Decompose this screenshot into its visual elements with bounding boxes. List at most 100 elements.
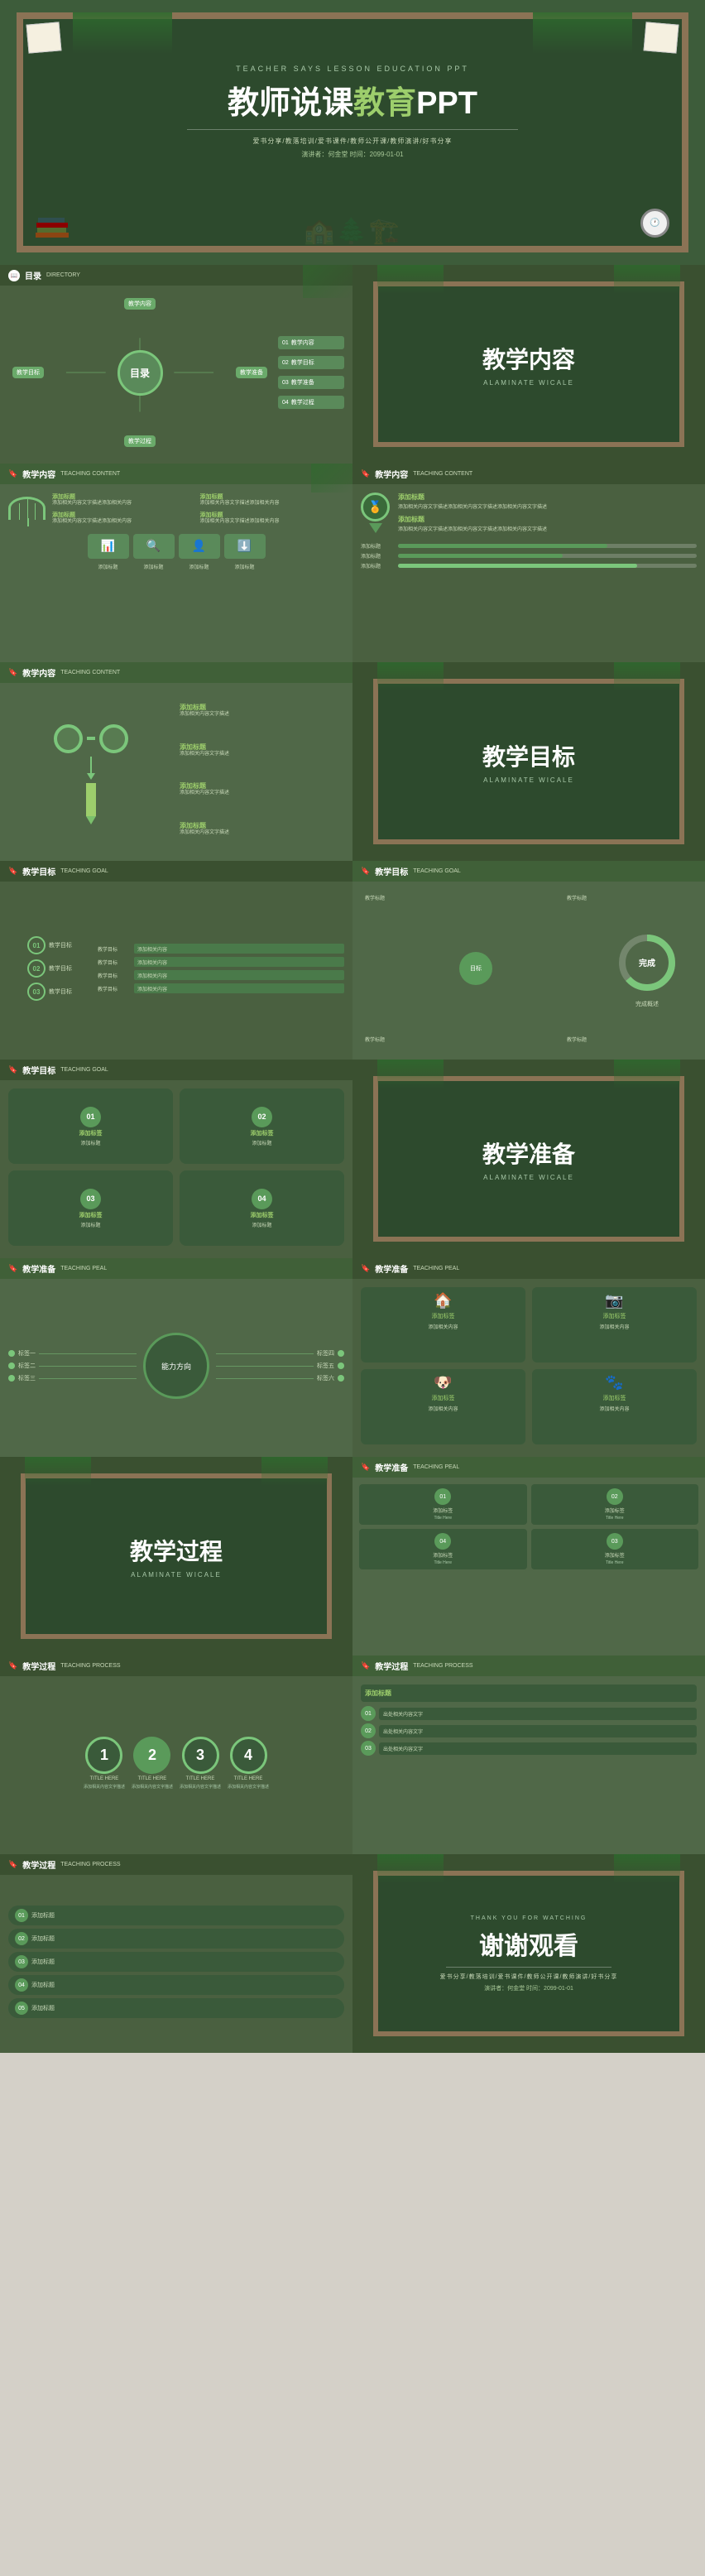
s10-num2: 02 — [252, 1107, 272, 1127]
book1 — [36, 233, 69, 238]
slide18-row5: 05 添加标题 — [8, 1998, 344, 2018]
slide18-header: 🔖 教学过程 TEACHING PROCESS — [0, 1854, 352, 1875]
slide-end: THANK YOU FOR WATCHING 谢谢观看 爱书分享/教落培训/爱书… — [352, 1854, 705, 2053]
s16-num4: 4 — [230, 1737, 267, 1774]
slide6-h-sub: TEACHING CONTENT — [60, 670, 120, 675]
slide11-chalkboard: 教学准备 ALAMINATE WICALE — [373, 1076, 684, 1242]
slide13-h-sub: TEACHING PEAL — [413, 1266, 459, 1271]
slide7-leaves-l — [377, 662, 444, 691]
slide14-chalkboard: 教学过程 ALAMINATE WICALE — [21, 1473, 332, 1639]
slide15-h-sub: TEACHING PEAL — [413, 1464, 459, 1470]
slide-17: 🔖 教学过程 TEACHING PROCESS 添加标题 01 出处相关内容文字 — [352, 1656, 705, 1854]
slide13-item4: 🐾 添加标签 添加相关内容 — [532, 1369, 697, 1444]
slide18-h-title: 教学过程 — [22, 1858, 55, 1871]
book3 — [36, 223, 68, 228]
slide-11: 教学准备 ALAMINATE WICALE — [352, 1060, 705, 1258]
slide15-row2: 04 添加标签 Title Here 03 添加标签 Title Here — [359, 1529, 698, 1569]
s15-item2: 02 添加标签 Title Here — [531, 1484, 699, 1525]
s15-title1: Title Here — [434, 1516, 453, 1521]
s16-desc1: 添加相关内容文字描述 — [84, 1784, 125, 1790]
s16-num1: 1 — [85, 1737, 122, 1774]
s5-bar-track3 — [398, 564, 697, 568]
s8-bl3: 教学目标 — [98, 972, 131, 979]
slide8-bar3: 教学目标 添加相关内容 — [98, 970, 344, 980]
slide-9: 🔖 教学目标 TEACHING GOAL 目标 — [352, 861, 705, 1060]
slide4-header: 🔖 教学内容 TEACHING CONTENT — [0, 464, 352, 484]
slide5-sub: TEACHING CONTENT — [413, 471, 472, 477]
hero-author: 演讲者：何金堂 时间：2099-01-01 — [23, 150, 682, 159]
slide6-icon-area — [8, 691, 173, 848]
glass-right — [99, 724, 128, 753]
umbrella-divider2 — [19, 503, 20, 520]
s18-label1: 添加标题 — [31, 1911, 55, 1920]
slide10-header: 🔖 教学目标 TEACHING GOAL — [0, 1060, 352, 1080]
slide-15: 🔖 教学准备 TEACHING PEAL 01 添加标签 Title Here … — [352, 1457, 705, 1656]
s5-bar-label1: 添加标题 — [361, 542, 394, 550]
slide8-bars: 教学目标 添加相关内容 教学目标 添加相关内容 教学目标 — [98, 890, 344, 1047]
row-1: TEACHER SAYS LESSON EDUCATION PPT 教师说课教育… — [0, 0, 705, 265]
slide7-title: 教学目标 — [482, 739, 575, 772]
slide16-h-sub: TEACHING PROCESS — [60, 1663, 120, 1669]
s15-label1: 添加标签 — [433, 1507, 453, 1514]
s15-num4: 03 — [607, 1533, 623, 1550]
umbrella-divider3 — [35, 503, 36, 520]
row-4: 🔖 教学内容 TEACHING CONTENT — [0, 662, 705, 861]
slide15-header: 🔖 教学准备 TEACHING PEAL — [352, 1457, 705, 1478]
s10-label2: 添加标签 — [251, 1129, 274, 1137]
slide18-row3: 03 添加标题 — [8, 1952, 344, 1972]
city-silhouette: 🏫🌲🏗️ — [304, 217, 401, 246]
slide2-step3: 03教学准备 — [278, 376, 344, 389]
slide8-h-icon: 🔖 — [8, 867, 17, 876]
end-leaves-r — [614, 1854, 680, 1883]
slide11-sub: ALAMINATE WICALE — [483, 1174, 574, 1181]
s12-line3 — [39, 1378, 137, 1379]
hero-sub1: 爱书分享/教落培训/爱书课件/教师公开课/教师演讲/好书分享 — [23, 137, 682, 146]
s15-num2: 02 — [607, 1488, 623, 1505]
slide4-text-grid: 添加标题 添加相关内容文字描述添加相关内容 添加标题 添加相关内容文字描述添加相… — [52, 493, 344, 526]
s10-desc3: 添加标题 — [80, 1221, 100, 1228]
s15-num1: 01 — [434, 1488, 451, 1505]
s6-label4: 添加标题 — [180, 821, 344, 830]
s16-desc2: 添加相关内容文字描述 — [132, 1784, 173, 1790]
s9-center: 目标 — [459, 952, 492, 985]
s12-item6: 标签六 — [216, 1374, 344, 1382]
num3-label: 教学目标 — [49, 988, 72, 996]
slide12-h-title: 教学准备 — [22, 1262, 55, 1275]
s18-item4: 04 添加标题 — [8, 1975, 344, 1995]
slide9-h-icon: 🔖 — [361, 867, 370, 876]
s10-num1: 01 — [80, 1107, 101, 1127]
s16-desc3: 添加相关内容文字描述 — [180, 1784, 221, 1790]
arrow-line — [90, 757, 92, 773]
row-2: 📖 目录 DIRECTORY 目录 教学内容 教学过程 教学目标 教学准备 — [0, 265, 705, 464]
s15-label2: 添加标签 — [605, 1507, 625, 1514]
s18-num1: 01 — [15, 1909, 28, 1922]
slide18-row4: 04 添加标题 — [8, 1975, 344, 1995]
slide-12: 🔖 教学准备 TEACHING PEAL 标签一 标签二 — [0, 1258, 352, 1457]
slide11-leaves-r — [614, 1060, 680, 1089]
slide16-content: 1 TITLE HERE 添加相关内容文字描述 2 TITLE HERE 添加相… — [0, 1676, 352, 1850]
s8-bl4: 教学目标 — [98, 985, 131, 992]
slide-5: 🔖 教学内容 TEACHING CONTENT 🏅 添加标题 添加相关内容文字描… — [352, 464, 705, 662]
slide12-content: 标签一 标签二 标签三 能力方向 — [0, 1279, 352, 1453]
s9-label-tr: 教学标题 — [567, 894, 587, 901]
s12-item4: 标签四 — [216, 1349, 344, 1358]
s16-title2: TITLE HERE — [138, 1776, 167, 1781]
slide8-nums: 01 教学目标 02 教学目标 03 教学目标 — [8, 890, 91, 1047]
slide5-top: 🏅 添加标题 添加相关内容文字描述添加相关内容文字描述添加相关内容文字描述 添加… — [361, 493, 697, 534]
slide-4: 🔖 教学内容 TEACHING CONTENT — [0, 464, 352, 662]
slide4-icon3: 👤 — [179, 534, 220, 559]
slide10-h-icon: 🔖 — [8, 1065, 17, 1074]
s12-line2 — [39, 1366, 137, 1367]
s15-label3: 添加标签 — [433, 1551, 453, 1559]
slide4-icons: 📊 🔍 👤 ⬇️ — [8, 534, 344, 559]
end-title: 谢谢观看 — [479, 1925, 578, 1962]
leaves-top-right — [533, 12, 632, 54]
s15-title4: Title Here — [606, 1560, 624, 1565]
s9-label-tl: 教学标题 — [365, 894, 385, 901]
slide17-content: 添加标题 01 出处相关内容文字 02 出处相关内容文字 — [352, 1676, 705, 1850]
s12-line1 — [39, 1353, 137, 1354]
slide13-item1: 🏠 添加标签 添加相关内容 — [361, 1287, 525, 1362]
s9-label-br: 教学标题 — [567, 1036, 587, 1043]
slide8-header: 🔖 教学目标 TEACHING GOAL — [0, 861, 352, 882]
slide11-leaves-l — [377, 1060, 444, 1089]
